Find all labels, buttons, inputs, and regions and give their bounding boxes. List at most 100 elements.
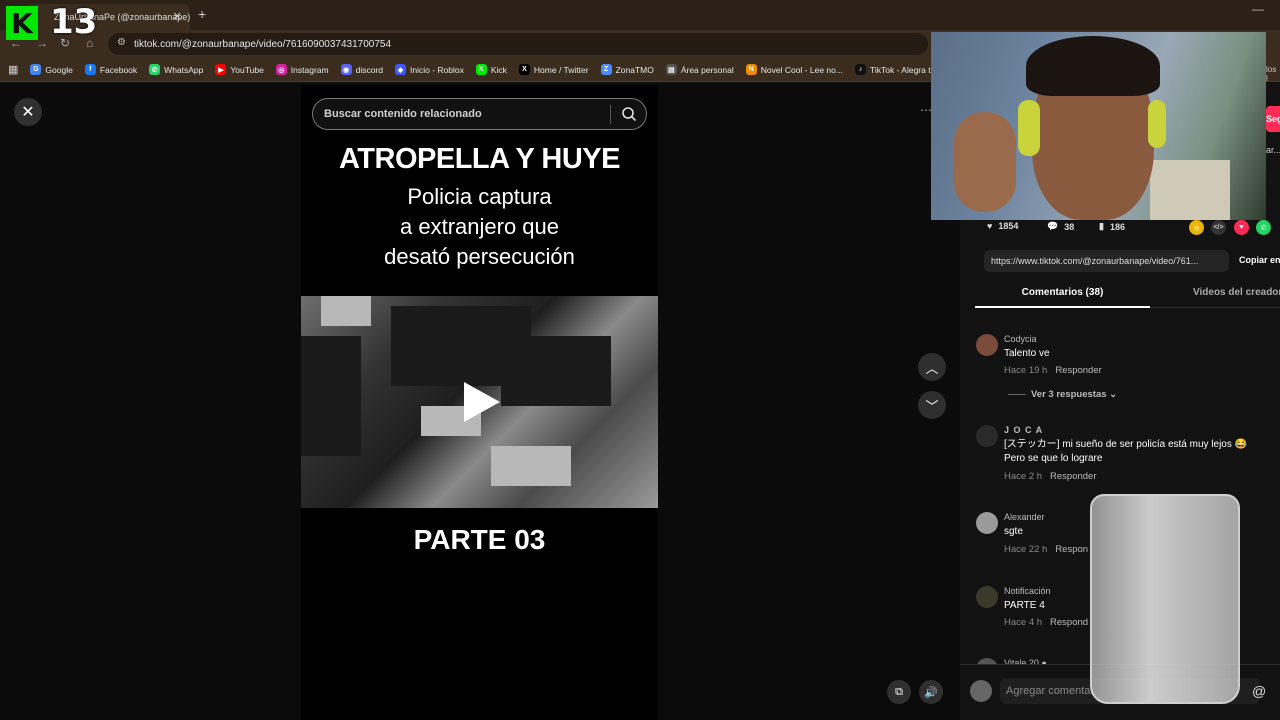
- facebook-icon: f: [84, 64, 96, 75]
- part-label: PARTE 03: [413, 524, 546, 555]
- comment-text: PARTE 4: [1004, 600, 1045, 611]
- picture-in-picture-icon[interactable]: ⧉: [887, 680, 911, 704]
- replies-divider: [1008, 393, 1026, 395]
- mention-icon[interactable]: @: [1252, 683, 1266, 699]
- reply-button[interactable]: Responder: [1050, 471, 1096, 482]
- comment-time: Hace 22 h: [1004, 544, 1048, 555]
- bookmark-item[interactable]: ♪ TikTok - Alegra tu: [854, 64, 936, 75]
- minimize-icon[interactable]: —: [1252, 2, 1264, 16]
- comment-bubble-icon: 💬: [1047, 221, 1059, 231]
- comment-text-line2: Pero se que lo lograre: [1004, 453, 1103, 464]
- like-count: 1854: [998, 221, 1019, 231]
- bookmark-label: WhatsApp: [164, 64, 204, 75]
- bookmark-item[interactable]: f Facebook: [84, 64, 138, 75]
- avatar[interactable]: [976, 586, 998, 608]
- play-icon[interactable]: [464, 382, 500, 422]
- comment-text: [ステッカー] mi sueño de ser policía está muy…: [1004, 439, 1248, 450]
- bookmark-label: Google: [45, 64, 73, 75]
- coin-icon[interactable]: ◎: [1189, 220, 1204, 235]
- glass-overlay: [1090, 494, 1240, 704]
- reply-button[interactable]: Respon: [1055, 544, 1088, 555]
- comment-time: Hace 19 h: [1004, 365, 1048, 376]
- description-partial: ar...: [1266, 145, 1280, 155]
- avatar[interactable]: [976, 425, 998, 447]
- bookmark-item[interactable]: ▤ Área personal: [665, 64, 734, 75]
- webcam-hand: [954, 112, 1016, 212]
- discord-icon: ◉: [340, 64, 352, 75]
- comment-username[interactable]: Notificación: [1004, 586, 1051, 596]
- like-stat[interactable]: ♥ 1854: [987, 221, 1018, 231]
- bookmark-item[interactable]: N Novel Cool - Lee no...: [745, 64, 843, 75]
- headphone-left-icon: [1018, 100, 1040, 156]
- new-tab-button[interactable]: +: [198, 6, 206, 22]
- tab-creator-videos[interactable]: Videos del creador: [1193, 282, 1280, 304]
- comment-meta: Hace 22 h Respon: [1004, 544, 1088, 555]
- comment-meta: Hace 4 h Respond: [1004, 617, 1088, 628]
- video-subline-3: desató persecución: [384, 244, 575, 269]
- bookmark-item[interactable]: ▶ YouTube: [215, 64, 264, 75]
- volume-icon[interactable]: 🔊: [919, 680, 943, 704]
- browser-tab[interactable]: ZonaUrbanaPe (@zonaurbanape) ✕: [24, 4, 190, 30]
- bookmark-item[interactable]: X Home / Twitter: [518, 64, 589, 75]
- apps-grid-icon[interactable]: ▦: [8, 63, 18, 76]
- previous-video-icon[interactable]: ︿: [918, 353, 946, 381]
- avatar[interactable]: [976, 334, 998, 356]
- comment-time: Hace 4 h: [1004, 617, 1043, 628]
- search-input[interactable]: Buscar contenido relacionado: [312, 98, 647, 130]
- bookmark-item[interactable]: G Google: [30, 64, 73, 75]
- bookmark-item[interactable]: ◆ Inicio - Roblox: [395, 64, 464, 75]
- kick-logo: K: [6, 6, 38, 40]
- bookmark-label: TikTok - Alegra tu: [869, 64, 936, 75]
- avatar[interactable]: [976, 512, 998, 534]
- instagram-icon: ◎: [275, 64, 287, 75]
- search-icon[interactable]: [620, 105, 638, 123]
- bookmark-label: Facebook: [99, 64, 138, 75]
- comment-time: Hace 2 h: [1004, 471, 1043, 482]
- roblox-icon: ◆: [395, 64, 406, 75]
- save-stat[interactable]: ▮ 186: [1099, 221, 1125, 232]
- view-replies-button[interactable]: Ver 3 respuestas ⌄: [1008, 389, 1117, 400]
- reply-button[interactable]: Responder: [1055, 365, 1101, 376]
- search-divider: [610, 105, 611, 124]
- bookmark-item[interactable]: K Kick: [475, 64, 507, 75]
- bookmark-item[interactable]: Z ZonaTMO: [600, 64, 654, 75]
- whatsapp-share-icon[interactable]: ✆: [1256, 220, 1271, 235]
- video-link-field[interactable]: https://www.tiktok.com/@zonaurbanape/vid…: [984, 250, 1229, 272]
- bookmark-label: YouTube: [230, 64, 264, 75]
- comment-item: Codycia Talento ve Hace 19 h Responder: [976, 334, 1276, 376]
- comment-username[interactable]: Codycia: [1004, 334, 1037, 344]
- kick-counter: 13: [50, 2, 98, 42]
- bookmarks-overflow[interactable]: los l: [1266, 65, 1280, 83]
- bookmark-label: Área personal: [680, 64, 734, 75]
- bookmark-item[interactable]: ◉ discord: [340, 64, 383, 75]
- tab-close-icon[interactable]: ✕: [173, 10, 182, 23]
- video-link-text: https://www.tiktok.com/@zonaurbanape/vid…: [991, 256, 1199, 266]
- area-icon: ▤: [665, 64, 677, 75]
- bookmark-item[interactable]: ✆ WhatsApp: [149, 64, 203, 75]
- comment-meta: Hace 2 h Responder: [1004, 471, 1097, 482]
- webcam-hair: [1026, 36, 1160, 96]
- bookmark-item[interactable]: ◎ Instagram: [275, 64, 329, 75]
- comment-username[interactable]: J O C A: [1004, 425, 1043, 435]
- url-bar[interactable]: ⚙ tiktok.com/@zonaurbanape/video/7616090…: [108, 33, 928, 55]
- comment-username[interactable]: Alexander: [1004, 512, 1045, 522]
- send-icon[interactable]: ▼: [1234, 220, 1249, 235]
- panel-tabs: Comentarios (38) Videos del creador: [975, 282, 1280, 308]
- x-icon: X: [518, 64, 530, 75]
- close-icon[interactable]: ✕: [14, 98, 42, 126]
- copy-link-button[interactable]: Copiar en: [1239, 255, 1280, 265]
- reply-button[interactable]: Respond: [1050, 617, 1088, 628]
- tab-comments[interactable]: Comentarios (38): [975, 282, 1150, 308]
- follow-button[interactable]: Seg: [1266, 106, 1280, 132]
- save-count: 186: [1109, 221, 1125, 232]
- webcam-shirt: [1150, 160, 1230, 220]
- comment-stat[interactable]: 💬 38: [1047, 221, 1074, 232]
- next-video-icon[interactable]: ﹀: [918, 391, 946, 419]
- site-settings-icon[interactable]: ⚙: [117, 37, 126, 48]
- comment-meta: Hace 19 h Responder: [1004, 365, 1102, 376]
- view-replies-label: Ver 3 respuestas: [1031, 389, 1107, 400]
- video-subline-1: Policia captura: [407, 184, 552, 209]
- novelcool-icon: N: [745, 64, 757, 75]
- bookmark-label: Kick: [490, 64, 507, 75]
- embed-icon[interactable]: </>: [1211, 220, 1226, 235]
